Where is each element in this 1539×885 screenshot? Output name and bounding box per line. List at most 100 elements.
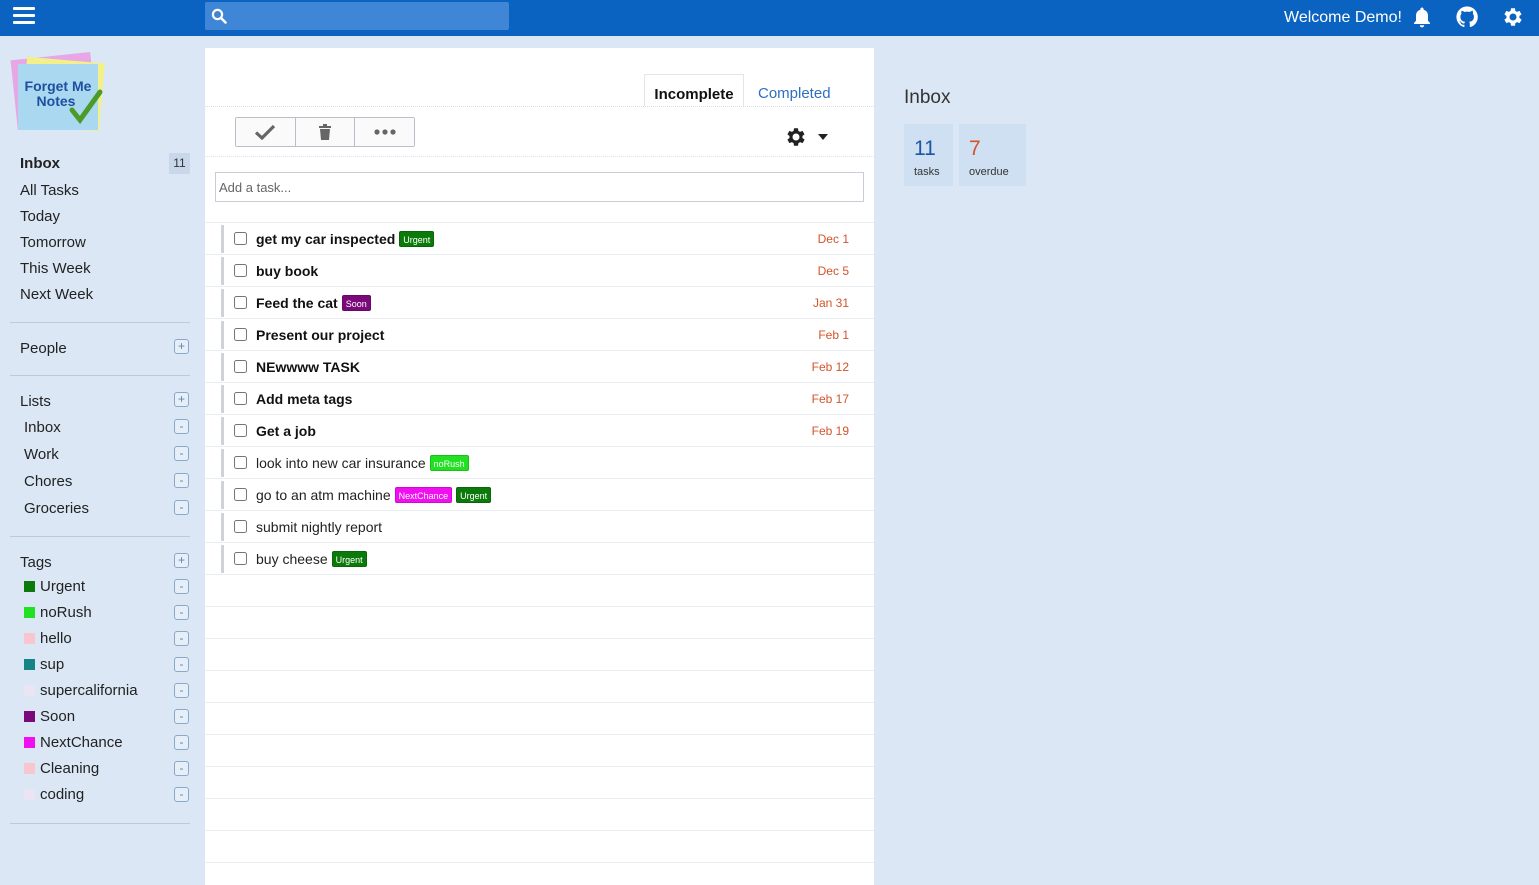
remove-list-button[interactable]: -: [174, 500, 189, 515]
task-tag-pill[interactable]: noRush: [429, 455, 469, 471]
task-checkbox[interactable]: [234, 488, 247, 501]
task-drag-handle[interactable]: [221, 513, 224, 541]
tag-item[interactable]: hello: [24, 630, 72, 647]
task-row[interactable]: Add meta tags Feb 17: [205, 383, 874, 415]
task-checkbox[interactable]: [234, 232, 247, 245]
task-drag-handle[interactable]: [221, 449, 224, 477]
sidebar-item-tomorrow[interactable]: Tomorrow: [20, 234, 86, 251]
remove-tag-button[interactable]: -: [174, 735, 189, 750]
task-tag-pill[interactable]: Soon: [341, 295, 371, 311]
task-tag-pill[interactable]: Urgent: [456, 487, 492, 503]
tag-item[interactable]: NextChance: [24, 734, 123, 751]
remove-tag-button[interactable]: -: [174, 761, 189, 776]
list-item-groceries[interactable]: Groceries: [24, 500, 89, 517]
tag-item[interactable]: coding: [24, 786, 84, 803]
sidebar-item-this-week[interactable]: This Week: [20, 260, 91, 277]
task-row[interactable]: go to an atm machine NextChance Urgent: [205, 479, 874, 511]
task-row[interactable]: look into new car insurance noRush: [205, 447, 874, 479]
settings-gear-icon[interactable]: [1501, 5, 1525, 29]
tag-item-label: coding: [40, 786, 85, 803]
gear-icon: [787, 128, 805, 146]
add-person-button[interactable]: +: [174, 339, 189, 354]
sidebar-item-next-week[interactable]: Next Week: [20, 286, 93, 303]
search-input[interactable]: [233, 2, 503, 30]
tag-color-swatch: [24, 633, 35, 644]
remove-tag-button[interactable]: -: [174, 657, 189, 672]
list-item-work[interactable]: Work: [24, 446, 59, 463]
task-drag-handle[interactable]: [221, 289, 224, 317]
remove-list-button[interactable]: -: [174, 446, 189, 461]
task-drag-handle[interactable]: [221, 481, 224, 509]
task-drag-handle[interactable]: [221, 545, 224, 573]
add-list-button[interactable]: +: [174, 392, 189, 407]
remove-tag-button[interactable]: -: [174, 683, 189, 698]
task-checkbox[interactable]: [234, 296, 247, 309]
task-checkbox[interactable]: [234, 392, 247, 405]
sidebar-divider: [10, 375, 190, 376]
hamburger-menu-icon[interactable]: [13, 7, 35, 27]
sidebar-item-today[interactable]: Today: [20, 208, 60, 225]
remove-tag-button[interactable]: -: [174, 709, 189, 724]
people-heading: People: [20, 340, 67, 357]
remove-list-button[interactable]: -: [174, 473, 189, 488]
task-title: Get a job: [256, 423, 316, 439]
task-tag-pill[interactable]: NextChance: [394, 487, 453, 503]
task-tag-pill[interactable]: Urgent: [331, 551, 367, 567]
task-row[interactable]: NEwwww TASK Feb 12: [205, 351, 874, 383]
remove-tag-button[interactable]: -: [174, 787, 189, 802]
bulk-action-group: [235, 117, 415, 147]
bell-icon[interactable]: [1410, 5, 1434, 29]
tab-completed[interactable]: Completed: [758, 74, 831, 106]
task-row[interactable]: Present our project Feb 1: [205, 319, 874, 351]
task-checkbox[interactable]: [234, 424, 247, 437]
task-drag-handle[interactable]: [221, 385, 224, 413]
github-icon[interactable]: [1455, 5, 1479, 29]
task-checkbox[interactable]: [234, 328, 247, 341]
remove-tag-button[interactable]: -: [174, 579, 189, 594]
task-row[interactable]: buy book Dec 5: [205, 255, 874, 287]
tab-incomplete[interactable]: Incomplete: [644, 74, 744, 106]
task-title: go to an atm machine NextChance Urgent: [256, 487, 492, 503]
task-drag-handle[interactable]: [221, 321, 224, 349]
task-drag-handle[interactable]: [221, 417, 224, 445]
tag-item[interactable]: supercalifornia: [24, 682, 138, 699]
remove-list-button[interactable]: -: [174, 419, 189, 434]
task-tag-pill[interactable]: Urgent: [399, 231, 435, 247]
tag-item[interactable]: noRush: [24, 604, 92, 621]
list-item-chores[interactable]: Chores: [24, 473, 72, 490]
task-checkbox[interactable]: [234, 360, 247, 373]
empty-row: [205, 735, 874, 767]
empty-row: [205, 703, 874, 735]
task-row[interactable]: submit nightly report: [205, 511, 874, 543]
task-drag-handle[interactable]: [221, 353, 224, 381]
app-logo[interactable]: Forget Me Notes: [10, 52, 110, 136]
task-drag-handle[interactable]: [221, 257, 224, 285]
task-row[interactable]: Get a job Feb 19: [205, 415, 874, 447]
task-settings-dropdown[interactable]: [784, 125, 830, 149]
add-tag-button[interactable]: +: [174, 553, 189, 568]
complete-selected-button[interactable]: [236, 118, 296, 146]
more-actions-button[interactable]: [355, 118, 415, 146]
tag-item[interactable]: Urgent: [24, 578, 85, 595]
task-checkbox[interactable]: [234, 456, 247, 469]
sidebar-item-all-tasks[interactable]: All Tasks: [20, 182, 79, 199]
task-checkbox[interactable]: [234, 520, 247, 533]
remove-tag-button[interactable]: -: [174, 605, 189, 620]
delete-selected-button[interactable]: [295, 118, 356, 146]
task-row[interactable]: get my car inspected Urgent Dec 1: [205, 223, 874, 255]
tag-item[interactable]: Cleaning: [24, 760, 99, 777]
tag-item[interactable]: sup: [24, 656, 64, 673]
task-row[interactable]: Feed the cat Soon Jan 31: [205, 287, 874, 319]
sidebar-item-inbox[interactable]: Inbox: [20, 155, 60, 172]
add-task-input[interactable]: [215, 172, 864, 202]
search-box[interactable]: [205, 2, 509, 30]
task-checkbox[interactable]: [234, 552, 247, 565]
tag-item[interactable]: Soon: [24, 708, 75, 725]
list-item-inbox[interactable]: Inbox: [24, 419, 61, 436]
sidebar-divider: [10, 823, 190, 824]
task-row[interactable]: buy cheese Urgent: [205, 543, 874, 575]
task-drag-handle[interactable]: [221, 225, 224, 253]
task-title: NEwwww TASK: [256, 359, 360, 375]
remove-tag-button[interactable]: -: [174, 631, 189, 646]
task-checkbox[interactable]: [234, 264, 247, 277]
